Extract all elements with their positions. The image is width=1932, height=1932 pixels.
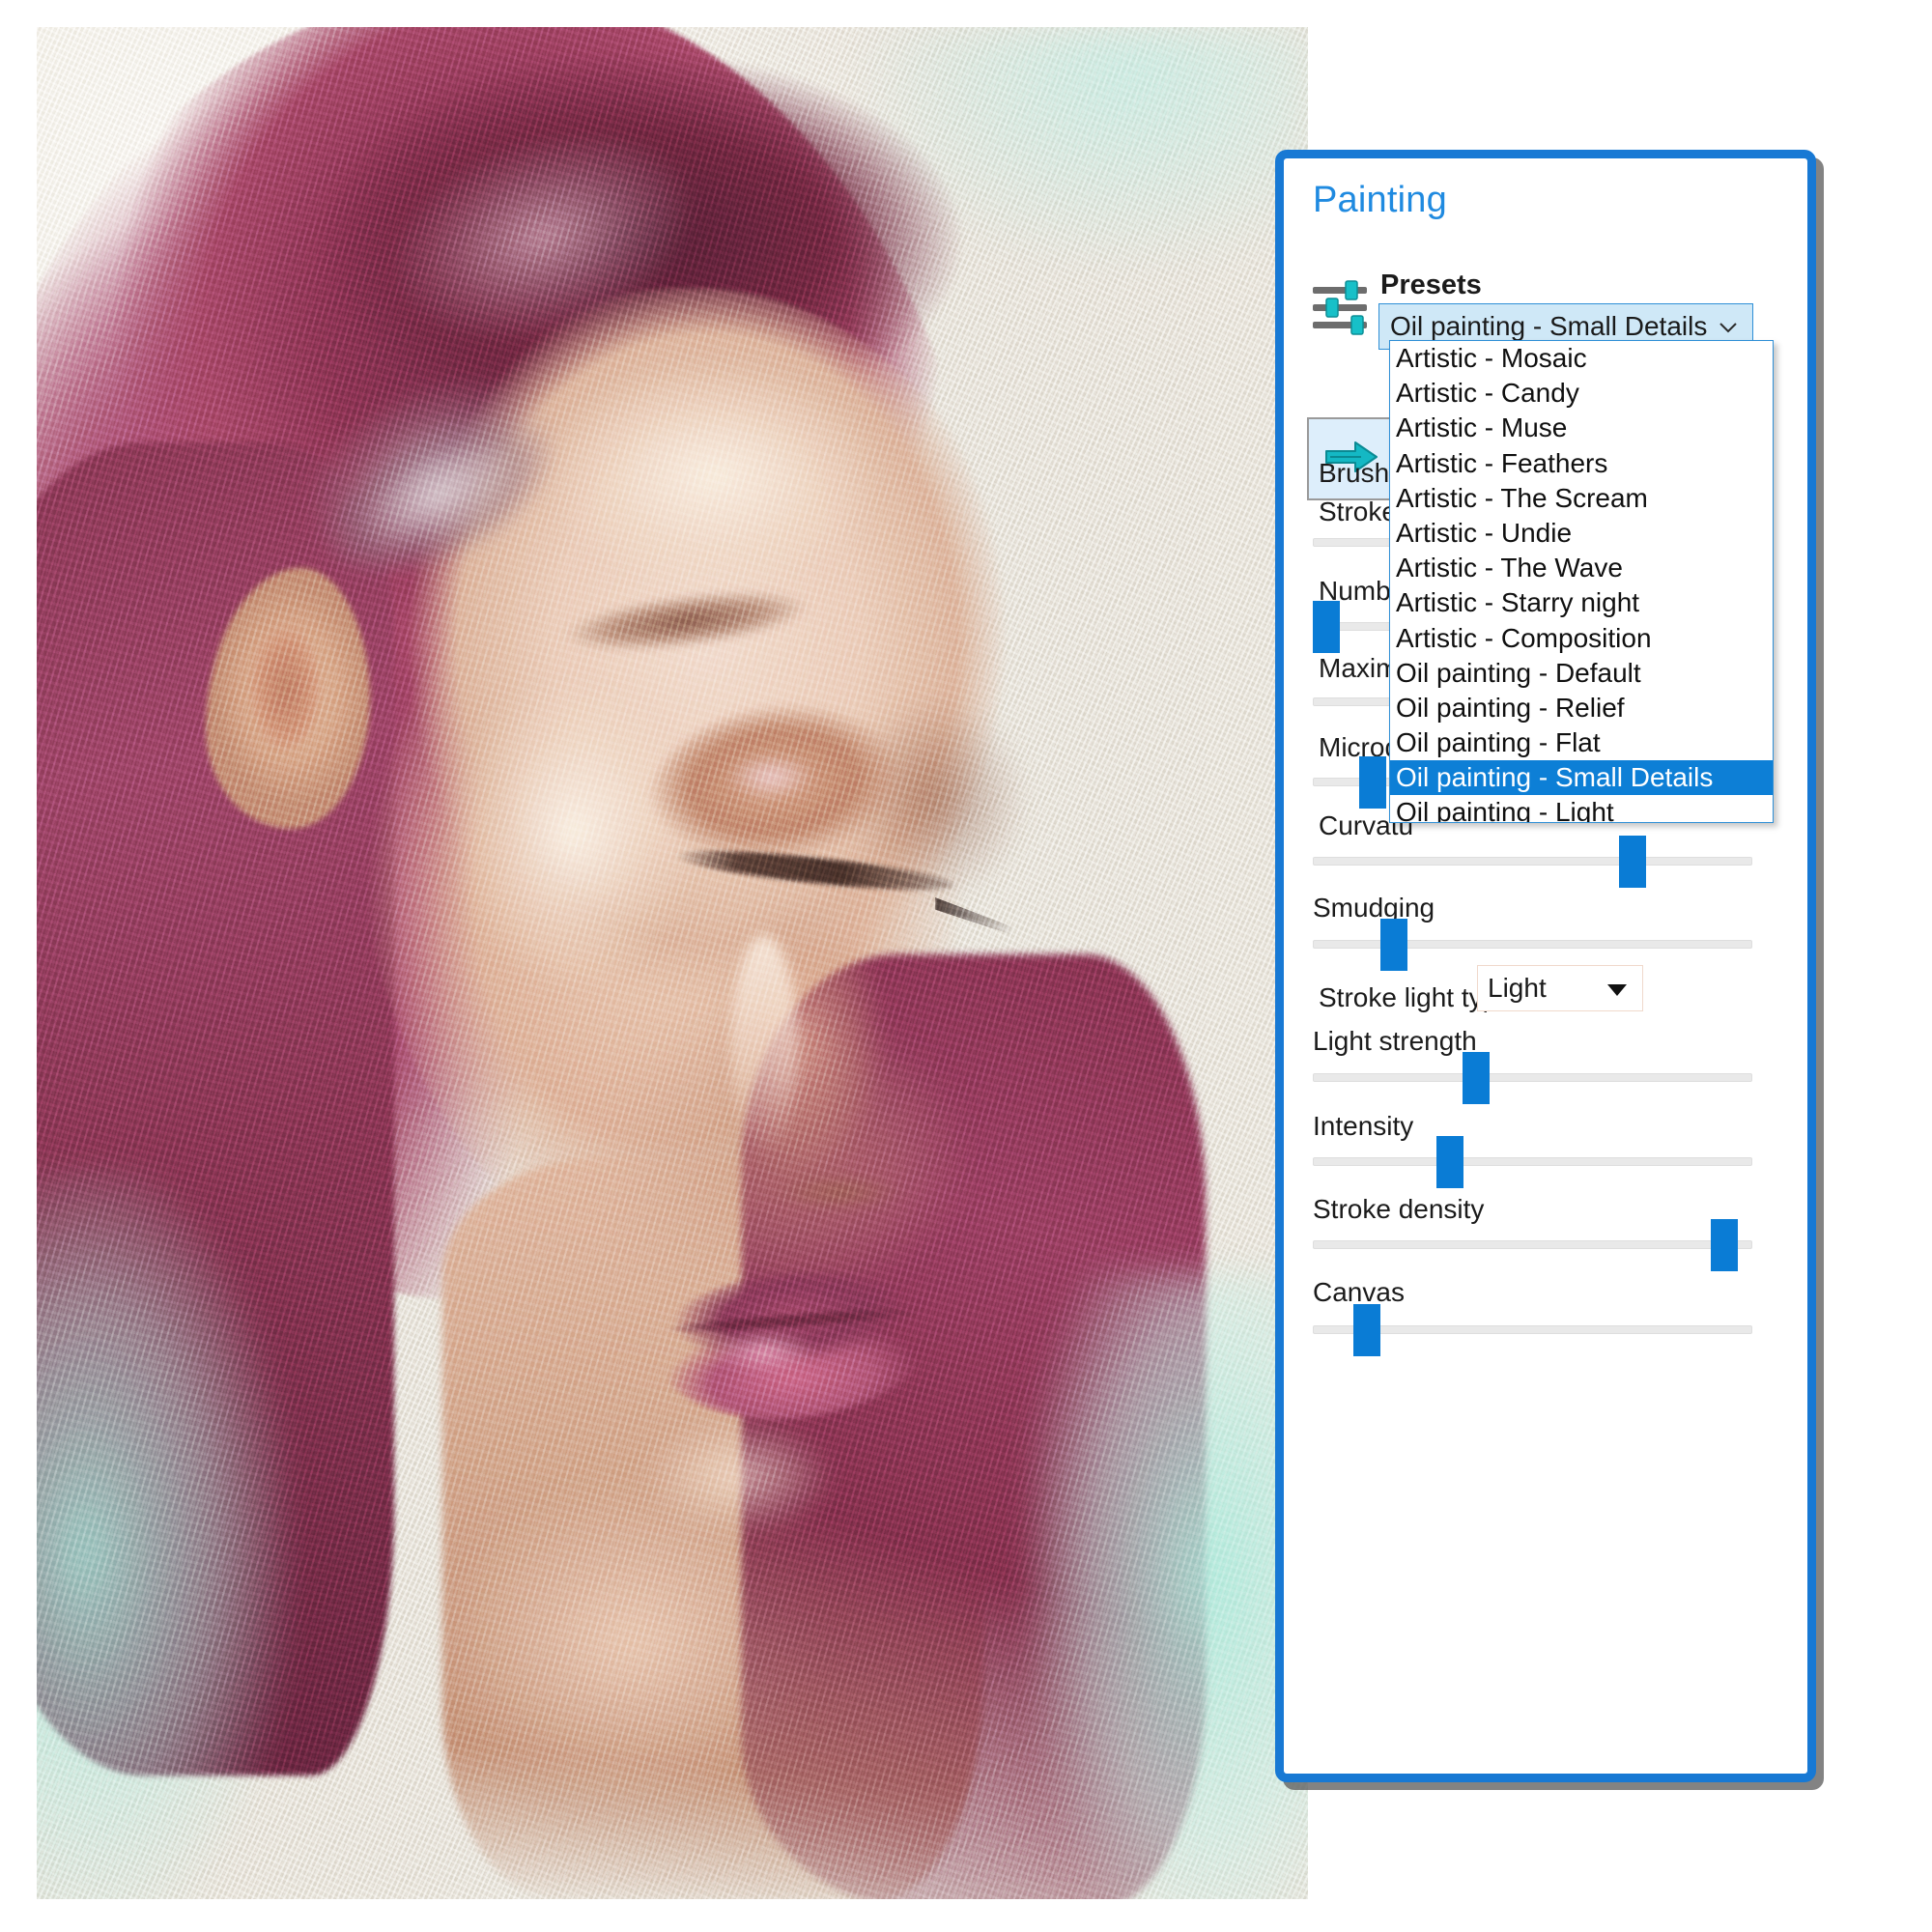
light-strength-label: Light strength <box>1313 1026 1477 1056</box>
stroke-density-label: Stroke density <box>1313 1194 1485 1224</box>
stroke-light-type-value: Light <box>1488 973 1547 1003</box>
slider-track <box>1313 940 1752 949</box>
slider-thumb[interactable] <box>1436 1136 1463 1188</box>
slider-thumb[interactable] <box>1359 756 1386 809</box>
slider-track <box>1313 1157 1752 1166</box>
stroke-light-type-select[interactable]: Light <box>1477 965 1643 1011</box>
presets-label: Presets <box>1380 270 1482 300</box>
light-strength-slider[interactable] <box>1313 1052 1752 1104</box>
intensity-slider[interactable] <box>1313 1136 1752 1188</box>
slider-thumb[interactable] <box>1463 1052 1490 1104</box>
preset-dropdown-list[interactable]: Artistic - Mosaic Artistic - Candy Artisti… <box>1389 340 1774 823</box>
chevron-down-icon[interactable] <box>1718 317 1739 338</box>
dropdown-item[interactable]: Oil painting - Light <box>1390 795 1773 822</box>
canvas-slider[interactable] <box>1313 1304 1752 1356</box>
dropdown-item[interactable]: Artistic - Feathers <box>1390 446 1773 481</box>
dropdown-item[interactable]: Oil painting - Default <box>1390 656 1773 691</box>
slider-thumb[interactable] <box>1353 1304 1380 1356</box>
dropdown-item[interactable]: Artistic - Starry night <box>1390 585 1773 620</box>
panel-title: Painting <box>1313 180 1447 220</box>
caret-down-icon[interactable] <box>1607 984 1627 996</box>
dropdown-item[interactable]: Artistic - Mosaic <box>1390 341 1773 376</box>
slider-track <box>1313 857 1752 866</box>
dropdown-item-selected[interactable]: Oil painting - Small Details <box>1390 760 1773 796</box>
intensity-label: Intensity <box>1313 1111 1414 1141</box>
stroke-density-slider[interactable] <box>1313 1219 1752 1271</box>
slider-thumb[interactable] <box>1380 919 1407 971</box>
preset-combobox-value: Oil painting - Small Details <box>1390 311 1708 341</box>
slider-thumb[interactable] <box>1313 601 1340 653</box>
curvature-slider[interactable] <box>1313 836 1752 888</box>
smudging-slider[interactable] <box>1313 919 1752 971</box>
sliders-icon <box>1311 279 1373 337</box>
dropdown-item[interactable]: Artistic - Undie <box>1390 516 1773 551</box>
dropdown-item[interactable]: Oil painting - Relief <box>1390 691 1773 725</box>
dropdown-item[interactable]: Artistic - Candy <box>1390 376 1773 411</box>
dropdown-item[interactable]: Artistic - The Wave <box>1390 551 1773 585</box>
painting-preview-image[interactable] <box>37 27 1308 1899</box>
screen: Painting Presets Oil painting - Small De… <box>0 0 1932 1932</box>
dropdown-item[interactable]: Artistic - Muse <box>1390 411 1773 445</box>
slider-thumb[interactable] <box>1619 836 1646 888</box>
stroke-label: Stroke <box>1319 497 1397 526</box>
dropdown-item[interactable]: Artistic - The Scream <box>1390 481 1773 516</box>
dropdown-item[interactable]: Artistic - Composition <box>1390 621 1773 656</box>
slider-track <box>1313 1240 1752 1249</box>
slider-track <box>1313 1073 1752 1082</box>
hair-stroke-texture <box>37 27 1206 1882</box>
dropdown-item[interactable]: Oil painting - Flat <box>1390 725 1773 760</box>
slider-thumb[interactable] <box>1711 1219 1738 1271</box>
smudging-label: Smudging <box>1313 893 1435 923</box>
